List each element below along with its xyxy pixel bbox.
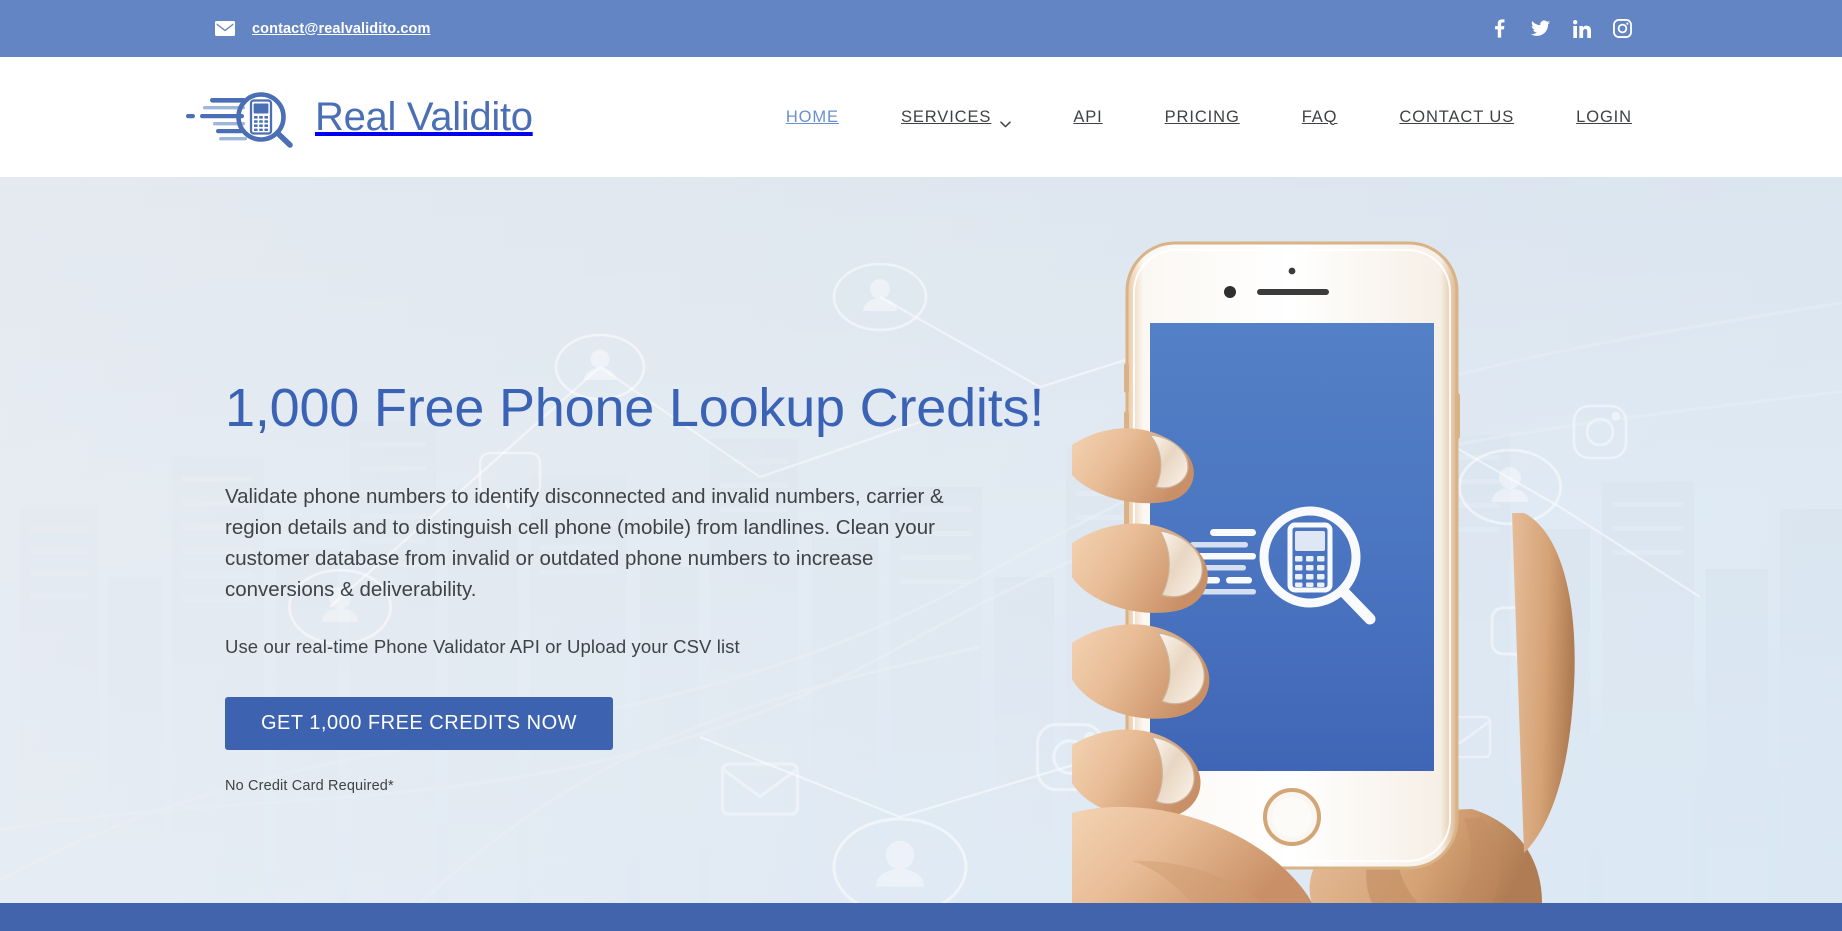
contact-email-link[interactable]: contact@realvalidito.com (252, 21, 431, 37)
nav-item-services[interactable]: SERVICES (900, 107, 1012, 127)
linkedin-icon[interactable] (1572, 19, 1591, 39)
nav-item-login[interactable]: LOGIN (1576, 108, 1632, 127)
footer-strip (0, 903, 1842, 931)
site-header: Real Validito HOME SERVICES API PRICING … (0, 57, 1842, 177)
site-logo[interactable]: Real Validito (186, 85, 533, 149)
chevron-down-icon (1000, 114, 1012, 127)
nav-label-pricing: PRICING (1164, 107, 1240, 126)
hand-holding-phone-image (1072, 213, 1592, 903)
main-navigation: HOME SERVICES API PRICING FAQ CONTACT US… (786, 108, 1632, 127)
get-free-credits-button[interactable]: GET 1,000 FREE CREDITS NOW (225, 697, 614, 751)
contact-group: contact@realvalidito.com (215, 21, 431, 37)
instagram-icon[interactable] (1613, 19, 1632, 39)
nav-label-faq: FAQ (1301, 107, 1338, 126)
nav-label-api: API (1073, 107, 1103, 126)
page-title: 1,000 Free Phone Lookup Credits! (225, 378, 1045, 438)
envelope-icon (215, 21, 235, 36)
nav-item-faq[interactable]: FAQ (1302, 108, 1338, 127)
nav-item-api[interactable]: API (1073, 108, 1102, 127)
hero-paragraph: Validate phone numbers to identify disco… (225, 484, 944, 602)
nav-label-services: SERVICES (900, 107, 992, 126)
nav-item-contact-us[interactable]: CONTACT US (1399, 108, 1514, 127)
nav-label-home: HOME (785, 107, 839, 126)
no-credit-card-note: No Credit Card Required* (225, 778, 394, 795)
nav-item-home[interactable]: HOME (786, 108, 839, 127)
magnifier-phone-logo-icon (186, 85, 311, 149)
hero-subline: Use our real-time Phone Validator API or… (225, 636, 740, 658)
nav-label-contact-us: CONTACT US (1399, 107, 1515, 126)
nav-item-pricing[interactable]: PRICING (1165, 108, 1240, 127)
nav-label-login: LOGIN (1576, 107, 1632, 126)
top-contact-bar: contact@realvalidito.com (0, 0, 1842, 57)
facebook-icon[interactable] (1490, 19, 1509, 39)
hero-section: 1,000 Free Phone Lookup Credits! Validat… (0, 177, 1842, 903)
logo-text: Real Validito (315, 94, 533, 139)
social-links (1490, 19, 1632, 39)
hero-content: 1,000 Free Phone Lookup Credits! Validat… (225, 380, 1125, 794)
twitter-icon[interactable] (1531, 19, 1550, 39)
